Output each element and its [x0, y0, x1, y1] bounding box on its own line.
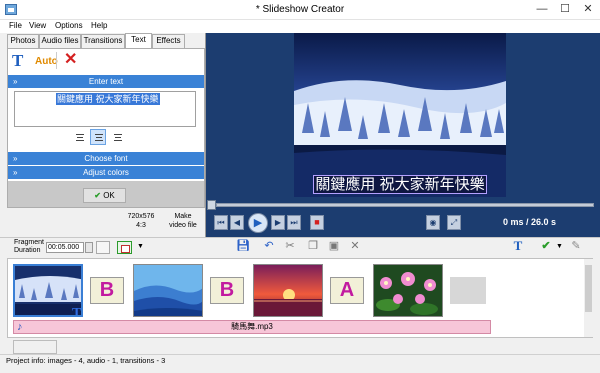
play-button[interactable]: ▶: [248, 213, 268, 233]
chevron-down-icon[interactable]: ▼: [556, 243, 563, 250]
maximize-button[interactable]: ☐: [555, 2, 575, 17]
choose-font-header[interactable]: » Choose font: [8, 152, 204, 165]
audio-file-name: 騎馬舞.mp3: [231, 322, 273, 331]
snapshot-button[interactable]: ◉: [426, 215, 440, 230]
go-start-button[interactable]: ⏮: [214, 215, 228, 230]
fragment-label-line1: Fragment: [14, 239, 44, 246]
next-frame-button[interactable]: ▶: [271, 215, 285, 230]
timeline-image-3[interactable]: [253, 264, 323, 317]
resolution-ratio: 4:3: [136, 222, 146, 229]
resolution-size: 720x576: [127, 213, 155, 220]
ok-button[interactable]: ✔ OK: [83, 188, 126, 203]
timeline-image-1[interactable]: T: [13, 264, 83, 317]
chevron-right-icon: »: [13, 168, 18, 177]
delete-text-icon[interactable]: ✕: [64, 51, 77, 68]
preview-image: [294, 33, 506, 197]
chevron-right-icon: »: [13, 154, 18, 163]
tab-transitions[interactable]: Transitions: [81, 34, 125, 48]
align-right-icon: [114, 134, 122, 141]
ok-label: OK: [103, 191, 115, 200]
time-readout: 0 ms / 26.0 s: [503, 217, 557, 227]
fit-screen-button[interactable]: ⤢: [447, 215, 461, 230]
menu-bar: [0, 20, 600, 33]
save-icon[interactable]: 💾︎: [236, 240, 250, 252]
chevron-down-icon: »: [13, 77, 18, 86]
adjust-colors-label: Adjust colors: [83, 168, 129, 177]
scrollbar-thumb[interactable]: [585, 265, 592, 312]
text-icon[interactable]: T: [12, 52, 23, 69]
enter-text-label: Enter text: [88, 77, 124, 86]
align-right-button[interactable]: [109, 129, 125, 145]
fragment-duration-input[interactable]: 00:05.000: [46, 242, 84, 253]
timeline-image-2[interactable]: [133, 264, 203, 317]
prev-frame-button[interactable]: ◀: [230, 215, 244, 230]
make-video-line1: Make: [174, 213, 192, 220]
go-end-button[interactable]: ⏭: [287, 215, 301, 230]
check-icon: ✔: [94, 191, 101, 200]
adjust-colors-header[interactable]: » Adjust colors: [8, 166, 204, 179]
duration-spinner[interactable]: [85, 242, 93, 253]
align-center-button[interactable]: [90, 129, 106, 145]
chevron-down-icon[interactable]: ▼: [137, 243, 144, 250]
stop-button[interactable]: ■: [310, 215, 324, 230]
selected-text[interactable]: 關鍵應用 祝大家新年快樂: [56, 93, 160, 105]
preview-caption: 關鍵應用 祝大家新年快樂: [294, 175, 506, 194]
make-video-line2: video file: [169, 222, 197, 229]
fragment-duration-label: Fragment Duration: [14, 239, 44, 255]
svg-text:T: T: [72, 306, 82, 317]
window-title: * Slideshow Creator: [255, 4, 345, 15]
timeline-image-4[interactable]: [373, 264, 443, 317]
undo-icon[interactable]: ↶: [262, 240, 276, 252]
choose-font-label: Choose font: [84, 154, 128, 163]
enter-text-header[interactable]: » Enter text: [8, 75, 204, 88]
fragment-label-line2: Duration: [14, 247, 41, 254]
check-icon[interactable]: ✔: [539, 240, 553, 252]
background-color-button[interactable]: [96, 241, 110, 254]
align-left-icon: [76, 134, 84, 141]
align-left-button[interactable]: [71, 129, 87, 145]
tab-audio-files[interactable]: Audio files: [39, 34, 81, 48]
horizontal-scrollbar[interactable]: [13, 340, 57, 354]
close-button[interactable]: ✕: [578, 2, 598, 17]
clear-icon[interactable]: ✕: [348, 240, 362, 252]
copy-icon[interactable]: ❐: [306, 240, 320, 252]
seek-handle[interactable]: [207, 200, 216, 210]
brush-icon[interactable]: ✎: [569, 240, 583, 252]
caption-text: 關鍵應用 祝大家新年快樂: [313, 175, 487, 194]
resolution-button[interactable]: 720x576 4:3: [123, 212, 159, 230]
transition-1[interactable]: B: [90, 277, 124, 304]
menu-view[interactable]: View: [29, 21, 46, 30]
project-info: Project info: images - 4, audio - 1, tra…: [6, 356, 166, 365]
align-center-icon: [95, 134, 103, 141]
tab-effects[interactable]: Effects: [152, 34, 185, 48]
menu-options[interactable]: Options: [55, 21, 83, 30]
toolbar-divider: [56, 52, 57, 69]
menu-help[interactable]: Help: [91, 21, 107, 30]
lock-icon[interactable]: [117, 241, 132, 254]
auto-button[interactable]: Auto: [35, 56, 58, 67]
transition-3[interactable]: A: [330, 277, 364, 304]
cut-icon[interactable]: ✂: [283, 240, 297, 252]
seek-track[interactable]: [216, 203, 594, 207]
tab-text[interactable]: Text: [125, 33, 152, 49]
menu-file[interactable]: File: [9, 21, 22, 30]
make-video-button[interactable]: Make video file: [166, 212, 200, 230]
tab-photos[interactable]: Photos: [7, 34, 39, 48]
transition-2[interactable]: B: [210, 277, 244, 304]
paste-icon[interactable]: ▣: [327, 240, 341, 252]
text-tool-icon[interactable]: T: [511, 239, 525, 252]
minimize-button[interactable]: —: [532, 2, 552, 17]
empty-transition-slot[interactable]: [450, 277, 486, 304]
